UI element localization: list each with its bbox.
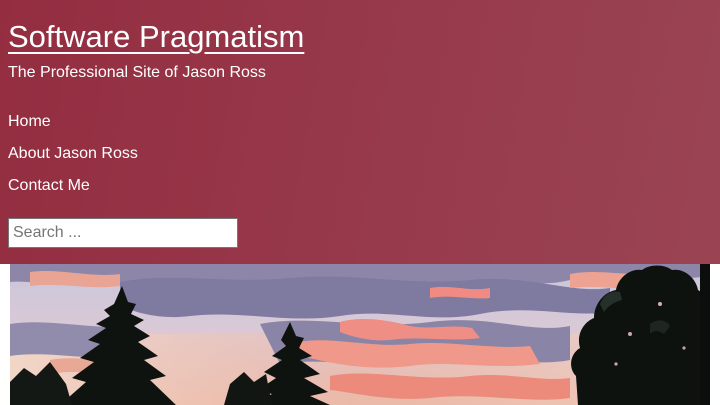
site-title-link[interactable]: Software Pragmatism [8,18,304,56]
search-input[interactable] [8,218,238,248]
site-tagline: The Professional Site of Jason Ross [8,64,266,81]
nav-item-contact[interactable]: Contact Me [8,176,138,208]
sunset-trees-image [10,264,710,405]
site-header: Software Pragmatism The Professional Sit… [0,0,720,264]
main-navigation: Home About Jason Ross Contact Me [8,112,138,208]
nav-item-about[interactable]: About Jason Ross [8,144,138,176]
nav-item-home[interactable]: Home [8,112,138,144]
hero-image [10,264,710,405]
